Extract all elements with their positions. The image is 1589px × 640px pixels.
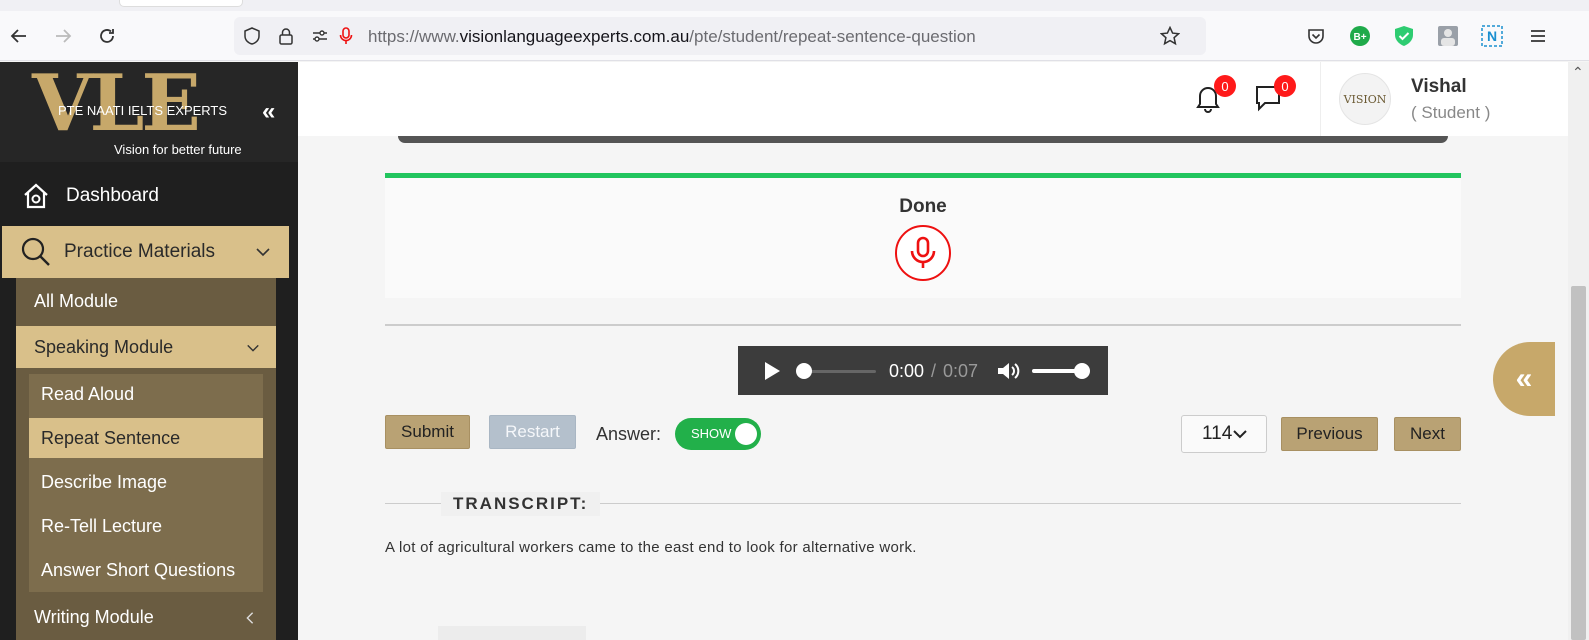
scrollbar-thumb[interactable] [1571,286,1586,640]
bookmark-star-icon[interactable] [1160,26,1180,46]
section-divider [385,324,1461,326]
submenu-item-label: Read Aloud [41,383,135,404]
audio-player: 0:00 / 0:07 [738,346,1108,395]
sidebar-item-label: Dashboard [66,185,159,206]
logo-tagline-bottom: Vision for better future [114,142,242,157]
restart-button[interactable]: Restart [489,415,576,449]
volume-handle[interactable] [1074,363,1090,379]
chevron-down-icon [1233,430,1247,439]
toggle-knob [735,423,757,445]
notifications-button[interactable]: 0 [1194,75,1236,113]
next-button[interactable]: Next [1394,417,1461,451]
n-extension-icon[interactable]: N [1480,24,1504,48]
main-content: Done 0:00 / 0:07 Submit Restart Answer: … [298,136,1568,640]
shield-check-extension-icon[interactable] [1392,24,1416,48]
svg-text:N: N [1487,28,1497,44]
submenu-item-label: Describe Image [41,471,168,492]
grade-extension-icon[interactable]: B+ [1348,24,1372,48]
messages-badge: 0 [1274,75,1296,97]
submenu-item-describe-image[interactable]: Describe Image [29,462,263,502]
transcript-title: TRANSCRIPT: [441,492,601,516]
previous-button[interactable]: Previous [1281,417,1378,451]
question-number-value: 114 [1202,423,1233,444]
toggle-label: SHOW [691,426,732,441]
recorder-status: Done [899,196,947,217]
question-number-select[interactable]: 114 [1181,415,1267,453]
home-icon [24,183,48,209]
submenu-item-answer-short-questions[interactable]: Answer Short Questions [29,550,263,590]
submenu-item-read-aloud[interactable]: Read Aloud [29,374,263,414]
transcript-text: A lot of agricultural workers came to th… [385,539,917,556]
browser-toolbar: https://www.visionlanguageexperts.com.au… [0,11,1589,61]
pocket-icon[interactable] [1304,24,1328,48]
menu-hamburger-icon[interactable] [1526,24,1550,48]
audio-time-separator: / [931,361,937,381]
avatar[interactable]: VISION [1339,73,1391,125]
submenu-item-speaking-module[interactable]: Speaking Module [16,326,276,368]
top-header: 0 0 VISION Vishal ( Student ) [298,62,1568,136]
play-icon[interactable] [762,360,782,382]
forward-icon[interactable] [50,23,76,49]
back-icon[interactable] [6,23,32,49]
shield-icon[interactable] [242,26,262,46]
submenu-item-label: All Module [34,290,119,311]
answer-label: Answer: [596,424,662,444]
sidebar-item-label: Practice Materials [64,241,215,262]
search-icon [21,237,50,266]
permissions-icon[interactable] [310,26,330,46]
sidebar-item-dashboard[interactable]: Dashboard [0,168,298,224]
speaking-submenu: Read Aloud Repeat Sentence Describe Imag… [29,374,263,592]
submenu-item-label: Writing Module [34,606,154,627]
logo[interactable]: VLE PTE NAATI IELTS EXPERTS Vision for b… [0,62,298,162]
audio-seek-handle[interactable] [796,363,812,379]
recorder-card: Done [385,173,1461,298]
chevron-down-icon [247,344,259,352]
submenu-item-all-module[interactable]: All Module [16,280,276,322]
audio-seek-track[interactable] [804,370,876,373]
audio-total-time: 0:07 [943,361,979,381]
browser-tabstrip [0,0,1589,11]
user-name[interactable]: Vishal [1411,76,1467,98]
lock-icon[interactable] [276,26,296,46]
logo-tagline-top: PTE NAATI IELTS EXPERTS [58,103,228,118]
user-role: ( Student ) [1411,103,1491,122]
header-divider [1320,62,1321,136]
active-tab[interactable] [120,0,242,6]
submenu-item-repeat-sentence[interactable]: Repeat Sentence [29,418,263,458]
messages-button[interactable]: 0 [1254,75,1296,113]
submit-button[interactable]: Submit [385,415,470,449]
submenu-item-label: Re-Tell Lecture [41,515,163,536]
collapse-sidebar-icon[interactable]: « [262,98,275,126]
svg-text:B+: B+ [1353,32,1366,43]
microphone-permission-icon[interactable] [336,26,356,46]
submenu-item-writing-module[interactable]: Writing Module [16,596,276,638]
profile-extension-icon[interactable] [1436,24,1460,48]
scrollbar[interactable]: ⌃ [1568,62,1589,640]
submenu-item-label: Repeat Sentence [41,427,181,448]
practice-submenu: All Module Speaking Module Read Aloud Re… [16,278,276,640]
address-bar[interactable]: https://www.visionlanguageexperts.com.au… [234,17,1206,55]
question-panel-edge [398,136,1448,143]
record-button[interactable] [895,225,951,281]
chevron-down-icon [256,248,270,257]
notifications-badge: 0 [1214,75,1236,97]
scroll-up-arrow-icon[interactable]: ⌃ [1572,64,1584,81]
submenu-item-label: Answer Short Questions [41,559,236,580]
sidebar-item-practice-materials[interactable]: Practice Materials [2,226,289,278]
answer-toggle[interactable]: SHOW [675,418,761,450]
reload-icon[interactable] [94,23,120,49]
audio-current-time: 0:00 [889,361,925,381]
submenu-item-label: Speaking Module [34,336,174,357]
microphone-icon [910,236,936,268]
submenu-item-retell-lecture[interactable]: Re-Tell Lecture [29,506,263,546]
sidebar: VLE PTE NAATI IELTS EXPERTS Vision for b… [0,62,298,640]
volume-icon[interactable] [996,360,1020,382]
url-text[interactable]: https://www.visionlanguageexperts.com.au… [368,27,976,47]
next-section-tab [438,626,586,640]
chevron-left-icon [246,612,254,624]
